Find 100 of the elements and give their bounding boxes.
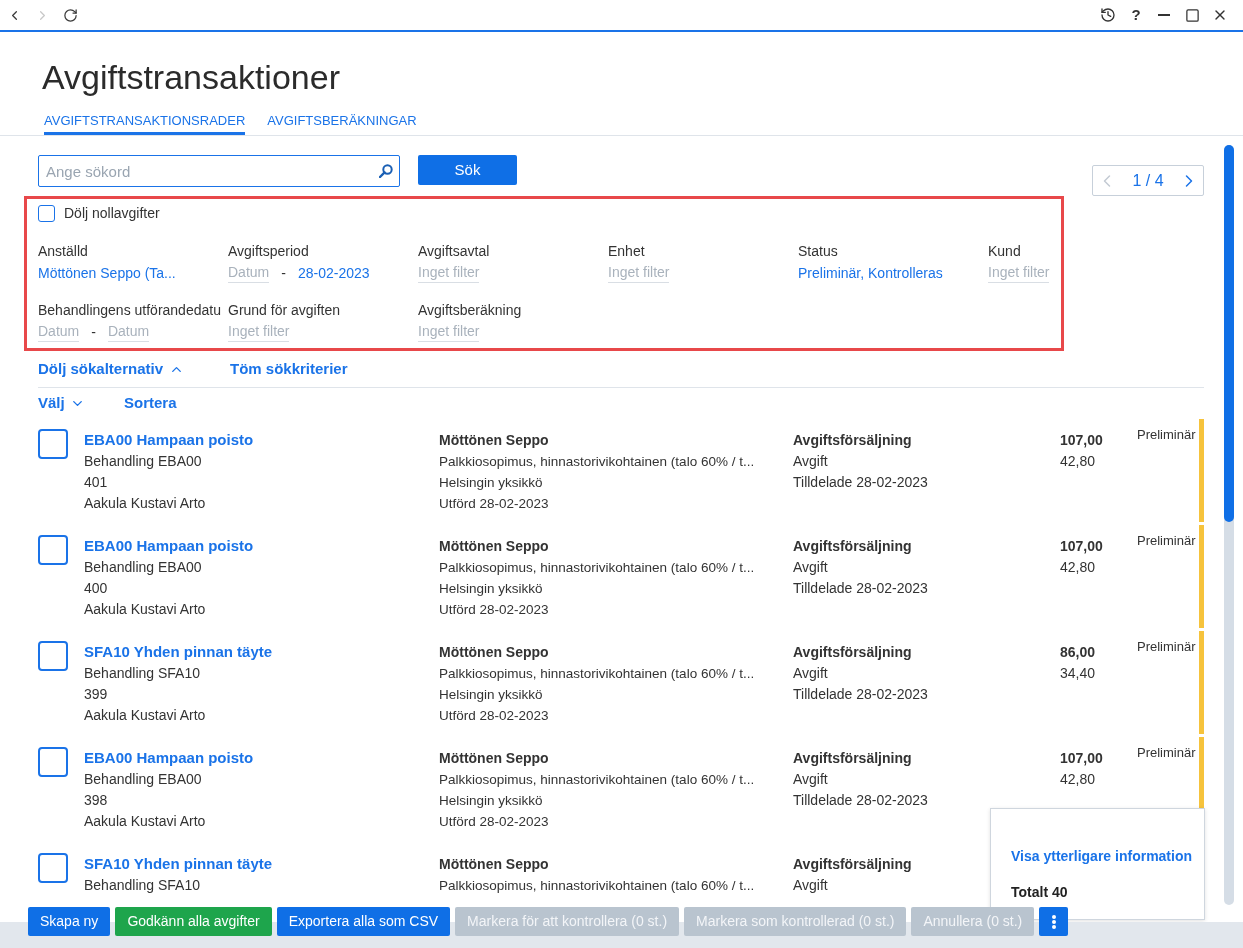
detail-text: Utförd 28-02-2023 <box>439 813 549 831</box>
detail-text: Aakula Kustavi Arto <box>84 706 206 725</box>
detail-text: Helsingin yksikkö <box>439 686 543 704</box>
treatment-link[interactable]: EBA00 Hampaan poisto <box>84 430 254 450</box>
filter-label: Kund <box>988 242 1021 261</box>
employee-name: Möttönen Seppo <box>439 431 549 450</box>
filter-label: Grund för avgiften <box>228 301 341 320</box>
detail-text: Avgift <box>793 876 828 895</box>
amount-text: 42,80 <box>1060 452 1096 471</box>
detail-text: Palkkiosopimus, hinnastorivikohtainen (talo 60% / t... <box>439 559 755 577</box>
fee-type: Avgiftsförsäljning <box>793 643 912 662</box>
row-checkbox[interactable] <box>38 747 68 777</box>
detail-text: 401 <box>84 473 108 492</box>
menu-button[interactable]: Välj <box>38 393 85 413</box>
filter-select[interactable]: Möttönen Seppo (Ta... <box>38 263 176 283</box>
row-checkbox[interactable] <box>38 429 68 459</box>
filter-label: Avgiftsberäkning <box>418 301 522 320</box>
detail-text: Behandling EBA00 <box>84 558 202 577</box>
scrollbar-thumb[interactable] <box>1224 145 1234 522</box>
detail-text: Aakula Kustavi Arto <box>84 494 206 513</box>
footer-button[interactable]: Exportera alla som CSV <box>276 907 451 936</box>
detail-text: Behandling SFA10 <box>84 664 200 683</box>
tab[interactable]: AVGIFTSTRANSAKTIONSRADER <box>44 111 246 135</box>
fee-type: Avgiftsförsäljning <box>793 431 912 450</box>
total-text: Totalt 40 <box>1011 883 1068 902</box>
amount-text: 42,80 <box>1060 770 1096 789</box>
detail-text: Palkkiosopimus, hinnastorivikohtainen (talo 60% / t... <box>439 771 755 789</box>
employee-name: Möttönen Seppo <box>439 643 549 662</box>
detail-text: Avgift <box>793 770 828 789</box>
amount-text: 34,40 <box>1060 664 1096 683</box>
detail-text: Palkkiosopimus, hinnastorivikohtainen (talo 60% / t... <box>439 877 755 895</box>
page-indicator: 1 / 4 <box>1132 170 1164 191</box>
amount-text: 42,80 <box>1060 558 1096 577</box>
detail-text: Tilldelade 28-02-2023 <box>793 791 928 810</box>
amount-text: 107,00 <box>1060 537 1103 556</box>
detail-text: Tilldelade 28-02-2023 <box>793 473 928 492</box>
detail-text: Utförd 28-02-2023 <box>439 707 549 725</box>
minimize-icon <box>1158 14 1170 16</box>
detail-text: Helsingin yksikkö <box>439 580 543 598</box>
amount-text: 107,00 <box>1060 431 1103 450</box>
range-separator: - <box>91 323 96 342</box>
status-text: Preliminär <box>1137 744 1196 762</box>
maximize-icon <box>1184 7 1200 23</box>
treatment-link[interactable]: EBA00 Hampaan poisto <box>84 536 254 556</box>
toggle-link[interactable]: Dölj sökalternativ <box>38 359 185 379</box>
date-field[interactable]: 28-02-2023 <box>297 263 370 283</box>
page-title: Avgiftstransaktioner <box>41 57 341 97</box>
search-field[interactable]: Ange sökord <box>38 155 400 187</box>
link[interactable]: Sortera <box>124 393 177 413</box>
checkbox[interactable] <box>38 205 55 222</box>
vertical-dots-icon <box>1051 914 1056 929</box>
detail-text: Behandling EBA00 <box>84 770 202 789</box>
more-info-link[interactable]: Visa ytterligare information <box>1011 846 1192 866</box>
row-checkbox[interactable] <box>38 535 68 565</box>
treatment-link[interactable]: SFA10 Yhden pinnan täyte <box>84 854 273 874</box>
help-button[interactable]: ? <box>1122 1 1150 29</box>
employee-name: Möttönen Seppo <box>439 855 549 874</box>
footer-button[interactable]: Godkänn alla avgifter <box>115 907 272 936</box>
link[interactable]: Töm sökkriterier <box>230 359 348 379</box>
treatment-link[interactable]: EBA00 Hampaan poisto <box>84 748 254 768</box>
filter-label: Status <box>798 242 838 261</box>
filter-label: Behandlingens utförandedatu <box>38 301 221 320</box>
detail-text: Palkkiosopimus, hinnastorivikohtainen (talo 60% / t... <box>439 665 755 683</box>
detail-text: Avgift <box>793 452 828 471</box>
search-button[interactable]: Sök <box>418 155 517 185</box>
employee-name: Möttönen Seppo <box>439 537 549 556</box>
status-text: Preliminär <box>1137 532 1196 550</box>
detail-text: Helsingin yksikkö <box>439 792 543 810</box>
fee-type: Avgiftsförsäljning <box>793 749 912 768</box>
tab[interactable]: AVGIFTSBERÄKNINGAR <box>267 111 417 135</box>
detail-text: Behandling SFA10 <box>84 876 200 895</box>
employee-name: Möttönen Seppo <box>439 749 549 768</box>
detail-text: Palkkiosopimus, hinnastorivikohtainen (talo 60% / t... <box>439 453 755 471</box>
detail-text: 400 <box>84 579 108 598</box>
row-checkbox[interactable] <box>38 853 68 883</box>
detail-text: 398 <box>84 791 108 810</box>
detail-text: Avgift <box>793 558 828 577</box>
detail-text: Behandling EBA00 <box>84 452 202 471</box>
fee-type: Avgiftsförsäljning <box>793 537 912 556</box>
checkbox-label: Dölj nollavgifter <box>64 205 160 222</box>
status-text: Preliminär <box>1137 638 1196 656</box>
search-icon <box>379 164 393 178</box>
more-button[interactable] <box>1039 907 1069 936</box>
scrollbar-track[interactable] <box>1224 145 1234 905</box>
row-checkbox[interactable] <box>38 641 68 671</box>
detail-text: Aakula Kustavi Arto <box>84 812 206 831</box>
amount-text: 86,00 <box>1060 643 1096 662</box>
detail-text: 399 <box>84 685 108 704</box>
detail-text: Helsingin yksikkö <box>439 474 543 492</box>
detail-text: Tilldelade 28-02-2023 <box>793 579 928 598</box>
detail-text: Aakula Kustavi Arto <box>84 600 206 619</box>
filter-select[interactable]: Preliminär, Kontrolleras <box>798 263 943 283</box>
detail-text: Utförd 28-02-2023 <box>439 495 549 513</box>
detail-text: Utförd 28-02-2023 <box>439 601 549 619</box>
range-separator: - <box>281 264 286 283</box>
filter-label: Avgiftsperiod <box>228 242 309 261</box>
footer-button[interactable]: Skapa ny <box>28 907 111 936</box>
amount-text: 107,00 <box>1060 749 1103 768</box>
treatment-link[interactable]: SFA10 Yhden pinnan täyte <box>84 642 273 662</box>
detail-text: Avgift <box>793 664 828 683</box>
